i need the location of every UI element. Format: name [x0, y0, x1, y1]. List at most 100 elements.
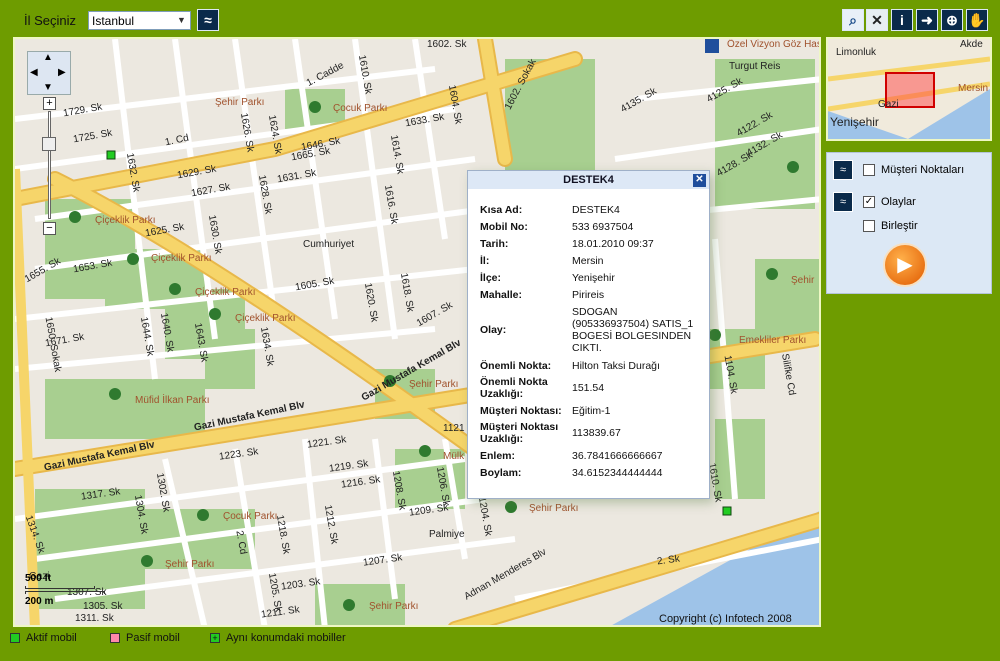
close-icon[interactable]: ✕: [693, 174, 706, 187]
popup-row: Müşteri Noktası: Eğitim-1: [480, 402, 697, 419]
street-label: Cumhuriyet: [303, 239, 355, 250]
park-label: Müfid İlkan Parkı: [135, 395, 210, 406]
popup-value: 34.6152344444444: [572, 466, 663, 479]
popup-value: Pirireis: [572, 288, 605, 301]
route-icon[interactable]: ≈: [833, 160, 853, 180]
zoom-in-button[interactable]: +: [43, 97, 56, 110]
popup-key: Mahalle:: [480, 288, 523, 301]
park-label: Şehir: [791, 275, 815, 286]
zoom-out-button[interactable]: −: [43, 222, 56, 235]
layer-birlestir[interactable]: Birleştir: [863, 215, 918, 237]
popup-key: Olay:: [480, 324, 507, 336]
city-select[interactable]: Istanbul ▼: [88, 11, 191, 30]
popup-key: Tarih:: [480, 237, 509, 250]
pan-right-icon[interactable]: ▶: [58, 67, 66, 78]
city-select-label: İl Seçiniz: [24, 13, 77, 28]
popup-key: Önemli Nokta Uzaklığı:: [480, 376, 548, 400]
pan-down-icon[interactable]: ▼: [43, 82, 53, 93]
map-canvas[interactable]: 1602. Sk 1. Cadde 1729. Sk 1725. Sk 1. C…: [13, 37, 821, 627]
popup-value: DESTEK4: [572, 203, 620, 216]
chevron-down-icon[interactable]: ▼: [174, 13, 189, 28]
overview-map[interactable]: Limonluk Akde Mersin Gazi Yenişehir: [826, 37, 992, 141]
park-label: Mülk: [443, 451, 465, 462]
popup-key: Enlem:: [480, 449, 516, 462]
popup-value: Hilton Taksi Durağı: [572, 359, 660, 372]
park-label: Çiçeklik Parkı: [195, 287, 256, 298]
layer-label: Birleştir: [881, 220, 918, 232]
legend-label: Aynı konumdaki mobiller: [226, 632, 346, 644]
clear-icon[interactable]: ✕: [866, 9, 888, 31]
street-label: 1311. Sk: [75, 613, 114, 624]
legend-aktif-mobil: Aktif mobil: [10, 632, 77, 644]
legend-label: Pasif mobil: [126, 632, 180, 644]
copyright-text: Copyright (c) Infotech 2008: [659, 613, 792, 625]
legend-ayni-konum: + Aynı konumdaki mobiller: [210, 632, 346, 644]
scale-m: 200 m: [25, 596, 54, 607]
park-label: Çiçeklik Parkı: [95, 215, 156, 226]
layer-musteri-noktalari[interactable]: ≈ Müşteri Noktaları: [833, 159, 964, 181]
popup-value: Yenişehir: [572, 271, 615, 284]
pan-hand-icon[interactable]: ✋: [966, 9, 988, 31]
park-label: Çocuk Parkı: [333, 103, 388, 114]
zoom-slider-thumb[interactable]: [42, 137, 56, 151]
legend-label: Aktif mobil: [26, 632, 77, 644]
popup-key: Önemli Nokta:: [480, 359, 552, 372]
popup-value: 18.01.2010 09:37: [572, 237, 654, 250]
route-icon[interactable]: ≈: [833, 192, 853, 212]
pan-control[interactable]: ▲ ▼ ◀ ▶: [27, 51, 71, 95]
popup-value: SDOGAN (905336937504) SATIS_1 BOGESİ BOL…: [572, 306, 694, 354]
poi-label: Özel Vizyon Göz Hastanesi: [727, 39, 819, 50]
park-label: Şehir Parkı: [529, 503, 579, 514]
park-label: Emekliler Parkı: [739, 335, 807, 346]
scale-bar: [25, 586, 95, 589]
info-icon[interactable]: i: [891, 9, 913, 31]
play-button[interactable]: ▶: [883, 243, 927, 287]
popup-key: İlçe:: [480, 271, 502, 284]
popup-row: Mobil No: 533 6937504: [480, 218, 697, 235]
popup-row: Boylam: 34.6152344444444: [480, 464, 697, 481]
popup-key: Kısa Ad:: [480, 203, 523, 216]
popup-row: Enlem: 36.7841666666667: [480, 447, 697, 464]
popup-row: İl: Mersin: [480, 252, 697, 269]
pasif-mobil-marker-icon: [110, 633, 120, 643]
popup-value: 533 6937504: [572, 220, 634, 233]
pan-up-icon[interactable]: ▲: [43, 52, 53, 63]
aktif-mobil-marker-icon: [10, 633, 20, 643]
arrow-right-icon[interactable]: ➜: [916, 9, 938, 31]
overview-label: Limonluk: [836, 47, 877, 58]
street-label: 1602. Sk: [427, 39, 467, 50]
layer-label: Olaylar: [881, 196, 916, 208]
group-marker-icon: +: [210, 633, 220, 643]
popup-title: DESTEK4: [468, 171, 709, 189]
zoom-extent-icon[interactable]: ⌕: [842, 9, 864, 31]
street-label: Palmiye: [429, 529, 465, 540]
popup-row: Olay: SDOGAN (905336937504) SATIS_1 BOGES…: [480, 303, 697, 357]
map-scale: 500 ft 200 m: [25, 573, 105, 607]
popup-key: Mobil No:: [480, 220, 528, 233]
park-label: Çocuk Parkı: [223, 511, 278, 522]
popup-key: Boylam:: [480, 466, 522, 479]
zoom-in-icon[interactable]: ⊕: [941, 9, 963, 31]
birlestir-checkbox[interactable]: [863, 220, 875, 232]
popup-key: Müşteri Noktası:: [480, 404, 562, 417]
legend-pasif-mobil: Pasif mobil: [110, 632, 180, 644]
route-icon[interactable]: ≈: [197, 9, 219, 31]
popup-row: Tarih: 18.01.2010 09:37: [480, 235, 697, 252]
popup-value: Eğitim-1: [572, 404, 611, 417]
popup-row: Önemli Nokta Uzaklığı: 151.54: [480, 374, 697, 402]
pan-left-icon[interactable]: ◀: [30, 67, 38, 78]
street-label: 1121: [443, 423, 465, 434]
popup-row: Mahalle: Pirireis: [480, 286, 697, 303]
layer-olaylar[interactable]: ≈ ✓ Olaylar: [833, 191, 916, 213]
top-bar: İl Seçiniz Istanbul ▼ ≈ ⌕ ✕ i ➜ ⊕ ✋: [0, 0, 1000, 36]
zoom-slider-track[interactable]: [48, 111, 51, 219]
park-label: Çiçeklik Parkı: [151, 253, 212, 264]
popup-key: İl:: [480, 254, 490, 267]
olaylar-checkbox[interactable]: ✓: [863, 196, 875, 208]
musteri-noktalari-checkbox[interactable]: [863, 164, 875, 176]
layer-label: Müşteri Noktaları: [881, 164, 965, 176]
popup-row: İlçe: Yenişehir: [480, 269, 697, 286]
popup-details-table: Kısa Ad: DESTEK4 Mobil No: 533 6937504 Tar…: [480, 201, 697, 481]
overview-label: Gazi: [878, 99, 899, 110]
popup-value: Mersin: [572, 254, 604, 267]
